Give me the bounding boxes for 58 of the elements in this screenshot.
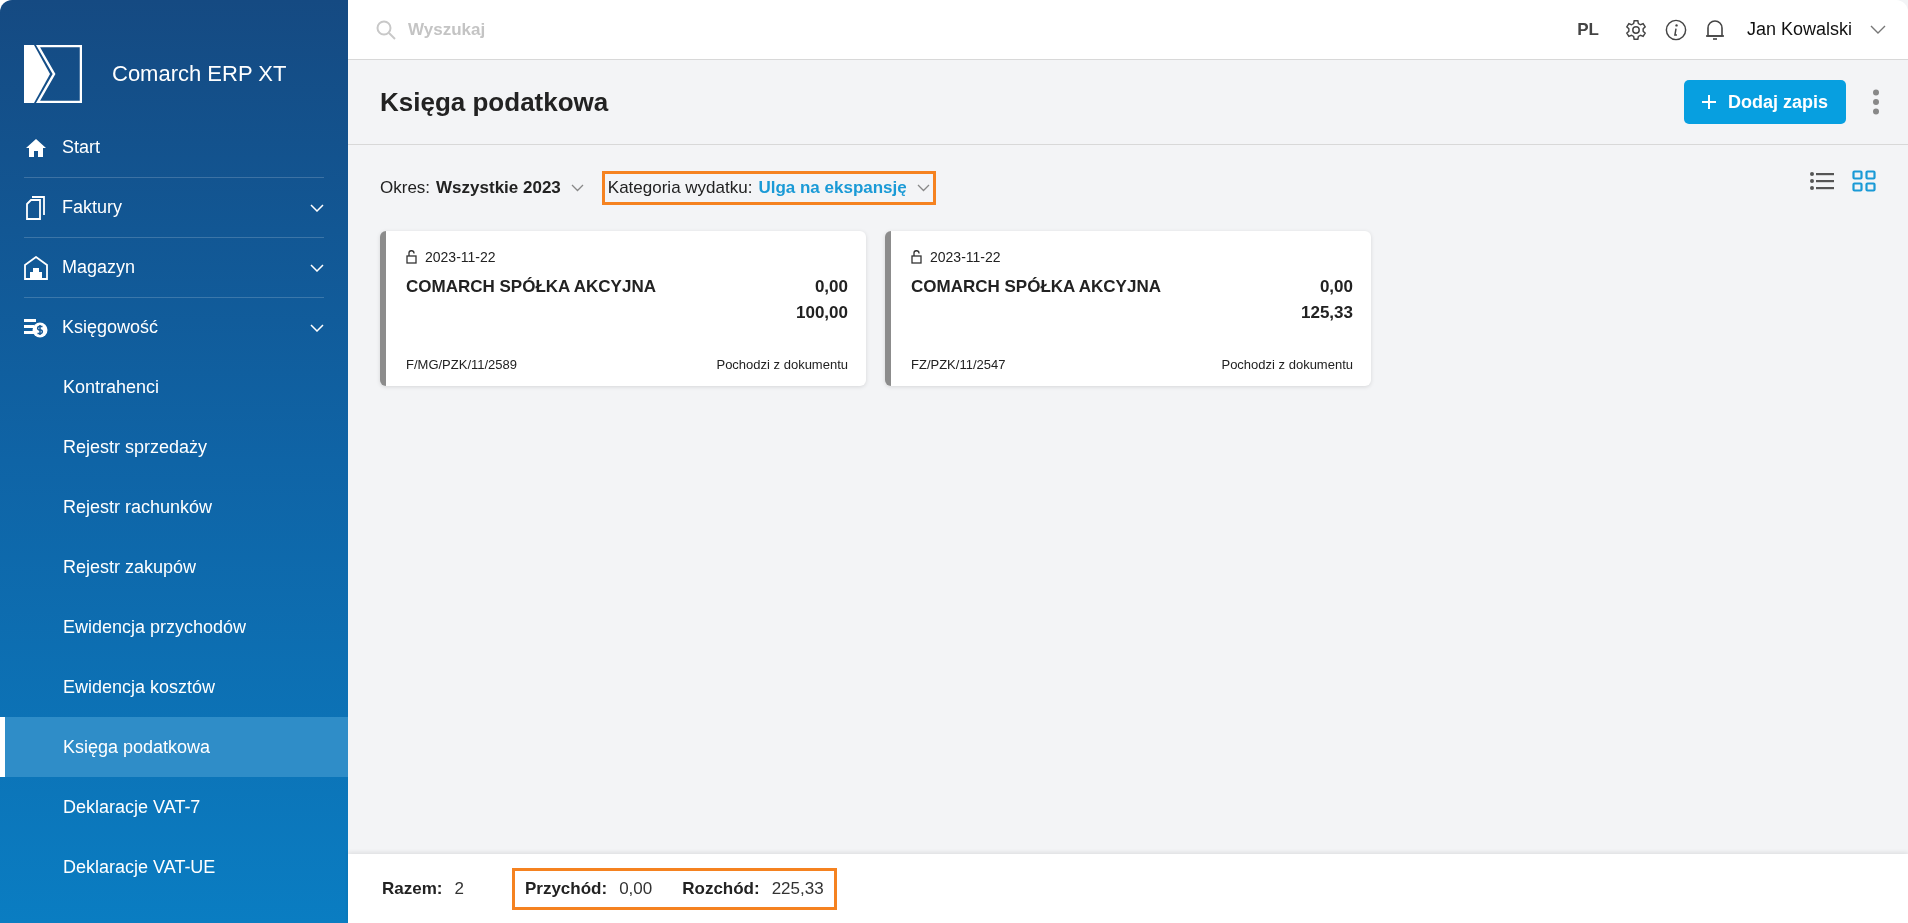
entry-card[interactable]: 2023-11-22 COMARCH SPÓŁKA AKCYJNA 0,00 100,00 F/MG/PZK/11/2589 Pochodzi z dokumentu xyxy=(380,231,866,386)
nav-subitem[interactable]: Kontrahenci xyxy=(0,357,348,417)
entry-card[interactable]: 2023-11-22 COMARCH SPÓŁKA AKCYJNA 0,00 125,33 FZ/PZK/11/2547 Pochodzi z dokumentu xyxy=(885,231,1371,386)
summary-value: 0,00 xyxy=(619,878,653,899)
warehouse-icon xyxy=(24,255,48,280)
summary-label: Rozchód: xyxy=(682,878,760,899)
document-number: F/MG/PZK/11/2589 xyxy=(406,357,518,372)
nav-subitem[interactable]: Rejestr rachunków xyxy=(0,477,348,537)
list-view-icon[interactable] xyxy=(1810,171,1834,191)
chevron-down-icon xyxy=(310,203,324,212)
chevron-down-icon[interactable] xyxy=(1870,25,1886,34)
entry-source: Pochodzi z dokumentu xyxy=(1221,357,1353,372)
info-icon[interactable] xyxy=(1664,18,1687,41)
home-icon xyxy=(24,137,48,158)
documents-icon xyxy=(24,195,48,220)
search-icon xyxy=(376,19,396,40)
contractor-name: COMARCH SPÓŁKA AKCYJNA xyxy=(911,277,1161,298)
amount: 0,00 xyxy=(1319,277,1353,297)
user-name[interactable]: Jan Kowalski xyxy=(1746,19,1852,40)
chevron-down-icon xyxy=(310,263,324,272)
nav-item[interactable]: Start xyxy=(0,118,348,177)
nav-subitem[interactable]: Księga podatkowa xyxy=(0,717,348,777)
bell-icon[interactable] xyxy=(1704,18,1725,41)
amount: 125,33 xyxy=(1301,303,1353,323)
coins-icon xyxy=(24,316,48,339)
filter-dropdown[interactable]: Kategoria wydatku: Ulga na ekspansję xyxy=(607,178,930,198)
contractor-name: COMARCH SPÓŁKA AKCYJNA xyxy=(406,277,656,298)
amount: 100,00 xyxy=(796,303,848,323)
nav-subitem[interactable]: Rejestr zakupów xyxy=(0,537,348,597)
chevron-down-icon xyxy=(310,323,324,332)
nav-item[interactable]: Magazyn xyxy=(0,238,348,297)
nav-subitem[interactable]: Ewidencja przychodów xyxy=(0,597,348,657)
nav-subitem[interactable]: Deklaracje VAT-UE xyxy=(0,837,348,897)
more-options-icon[interactable] xyxy=(1872,89,1880,115)
app-name: Comarch ERP XT xyxy=(112,61,287,87)
filter-dropdown[interactable]: Okres: Wszystkie 2023 xyxy=(380,178,584,198)
nav-subitem[interactable]: Ewidencja kosztów xyxy=(0,657,348,717)
chevron-down-icon xyxy=(916,184,930,192)
nav-item[interactable]: Faktury xyxy=(0,178,348,237)
language-code: PL xyxy=(1577,19,1599,40)
settings-icon[interactable] xyxy=(1624,18,1647,41)
document-number: FZ/PZK/11/2547 xyxy=(911,357,1006,372)
amount: 0,00 xyxy=(814,277,848,297)
chevron-down-icon xyxy=(570,184,584,192)
logo-icon xyxy=(24,45,82,103)
nav-subitem[interactable]: Rejestr sprzedaży xyxy=(0,417,348,477)
grid-view-icon[interactable] xyxy=(1852,170,1876,192)
page-title: Księga podatkowa xyxy=(380,86,609,118)
entry-date: 2023-11-22 xyxy=(930,249,1001,265)
summary-label: Razem: xyxy=(382,878,443,899)
nav-item[interactable]: Księgowość xyxy=(0,298,348,357)
entry-date: 2023-11-22 xyxy=(425,249,496,265)
summary-value: 225,33 xyxy=(771,878,824,899)
nav-subitem[interactable]: Deklaracje VAT-7 xyxy=(0,777,348,837)
summary-label: Przychód: xyxy=(524,878,608,899)
entry-source: Pochodzi z dokumentu xyxy=(716,357,848,372)
plus-icon xyxy=(1701,95,1716,109)
summary-value: 2 xyxy=(454,878,464,899)
